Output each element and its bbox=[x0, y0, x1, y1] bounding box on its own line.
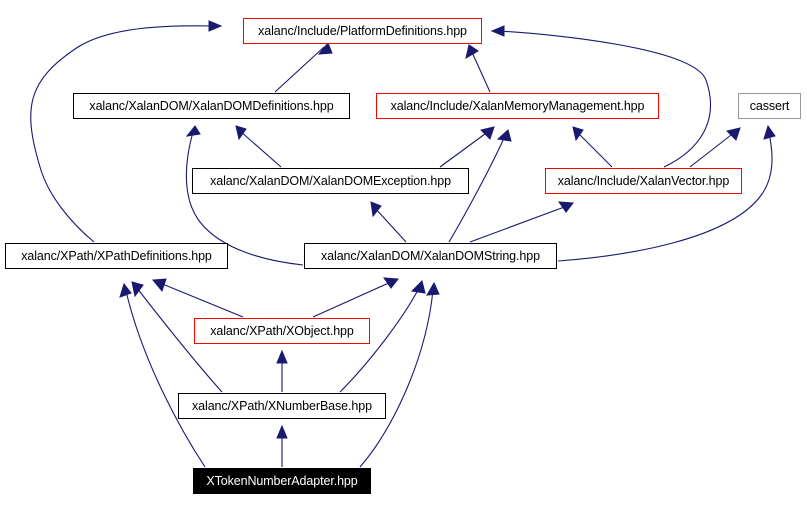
node-label: xalanc/Include/PlatformDefinitions.hpp bbox=[258, 23, 467, 38]
node-xalan-dom-definitions[interactable]: xalanc/XalanDOM/XalanDOMDefinitions.hpp bbox=[73, 93, 350, 119]
node-label: cassert bbox=[749, 98, 790, 113]
node-platform-definitions[interactable]: xalanc/Include/PlatformDefinitions.hpp bbox=[243, 18, 482, 44]
edge-xalandomexception-to-xalandomdefinitions bbox=[235, 125, 282, 168]
edge-xalandomstring-to-xalandomexception bbox=[370, 201, 407, 243]
node-label: xalanc/XPath/XNumberBase.hpp bbox=[192, 398, 372, 413]
node-label: xalanc/XalanDOM/XalanDOMString.hpp bbox=[321, 248, 540, 263]
node-xobject[interactable]: xalanc/XPath/XObject.hpp bbox=[194, 318, 370, 344]
edge-xobject-to-xalandomstring bbox=[312, 277, 399, 318]
edge-xalandomdefinitions-to-platformdefinitions bbox=[274, 42, 333, 93]
node-label: xalanc/XPath/XObject.hpp bbox=[210, 323, 354, 338]
edge-xalanvector-to-cassert bbox=[689, 127, 741, 168]
node-label: xalanc/XalanDOM/XalanDOMException.hpp bbox=[210, 173, 451, 188]
edge-xalandomstring-to-xalanvector bbox=[469, 201, 574, 243]
node-xalan-dom-string[interactable]: xalanc/XalanDOM/XalanDOMString.hpp bbox=[304, 243, 557, 269]
include-dependency-graph: xalanc/Include/PlatformDefinitions.hpp x… bbox=[0, 0, 807, 510]
edge-xobject-to-xpathdefinitions bbox=[152, 278, 244, 318]
node-xnumber-base[interactable]: xalanc/XPath/XNumberBase.hpp bbox=[178, 393, 386, 419]
node-label: xalanc/XalanDOM/XalanDOMDefinitions.hpp bbox=[89, 98, 334, 113]
edge-xtokennumberadapter-to-xnumberbase bbox=[276, 424, 288, 467]
node-label: XTokenNumberAdapter.hpp bbox=[206, 473, 358, 488]
node-xalan-vector[interactable]: xalanc/Include/XalanVector.hpp bbox=[545, 168, 742, 194]
edge-xalandomexception-to-xalanmemorymanagement bbox=[439, 126, 495, 168]
edge-xalanvector-to-xalanmemorymanagement bbox=[572, 126, 613, 168]
node-cassert[interactable]: cassert bbox=[738, 93, 801, 119]
node-xtoken-number-adapter: XTokenNumberAdapter.hpp bbox=[193, 468, 371, 494]
edge-xtokennumberadapter-to-xpathdefinitions bbox=[119, 282, 206, 468]
node-xpath-definitions[interactable]: xalanc/XPath/XPathDefinitions.hpp bbox=[5, 243, 228, 269]
edge-xnumberbase-to-xobject bbox=[276, 349, 288, 392]
edge-xtokennumberadapter-to-xalandomstring bbox=[359, 281, 440, 468]
edge-xalanmemorymanagement-to-platformdefinitions bbox=[465, 44, 491, 93]
node-label: xalanc/Include/XalanMemoryManagement.hpp bbox=[390, 98, 645, 113]
node-label: xalanc/XPath/XPathDefinitions.hpp bbox=[21, 248, 212, 263]
node-xalan-dom-exception[interactable]: xalanc/XalanDOM/XalanDOMException.hpp bbox=[192, 168, 469, 194]
node-label: xalanc/Include/XalanVector.hpp bbox=[557, 173, 730, 188]
node-xalan-memory-management[interactable]: xalanc/Include/XalanMemoryManagement.hpp bbox=[376, 93, 659, 119]
